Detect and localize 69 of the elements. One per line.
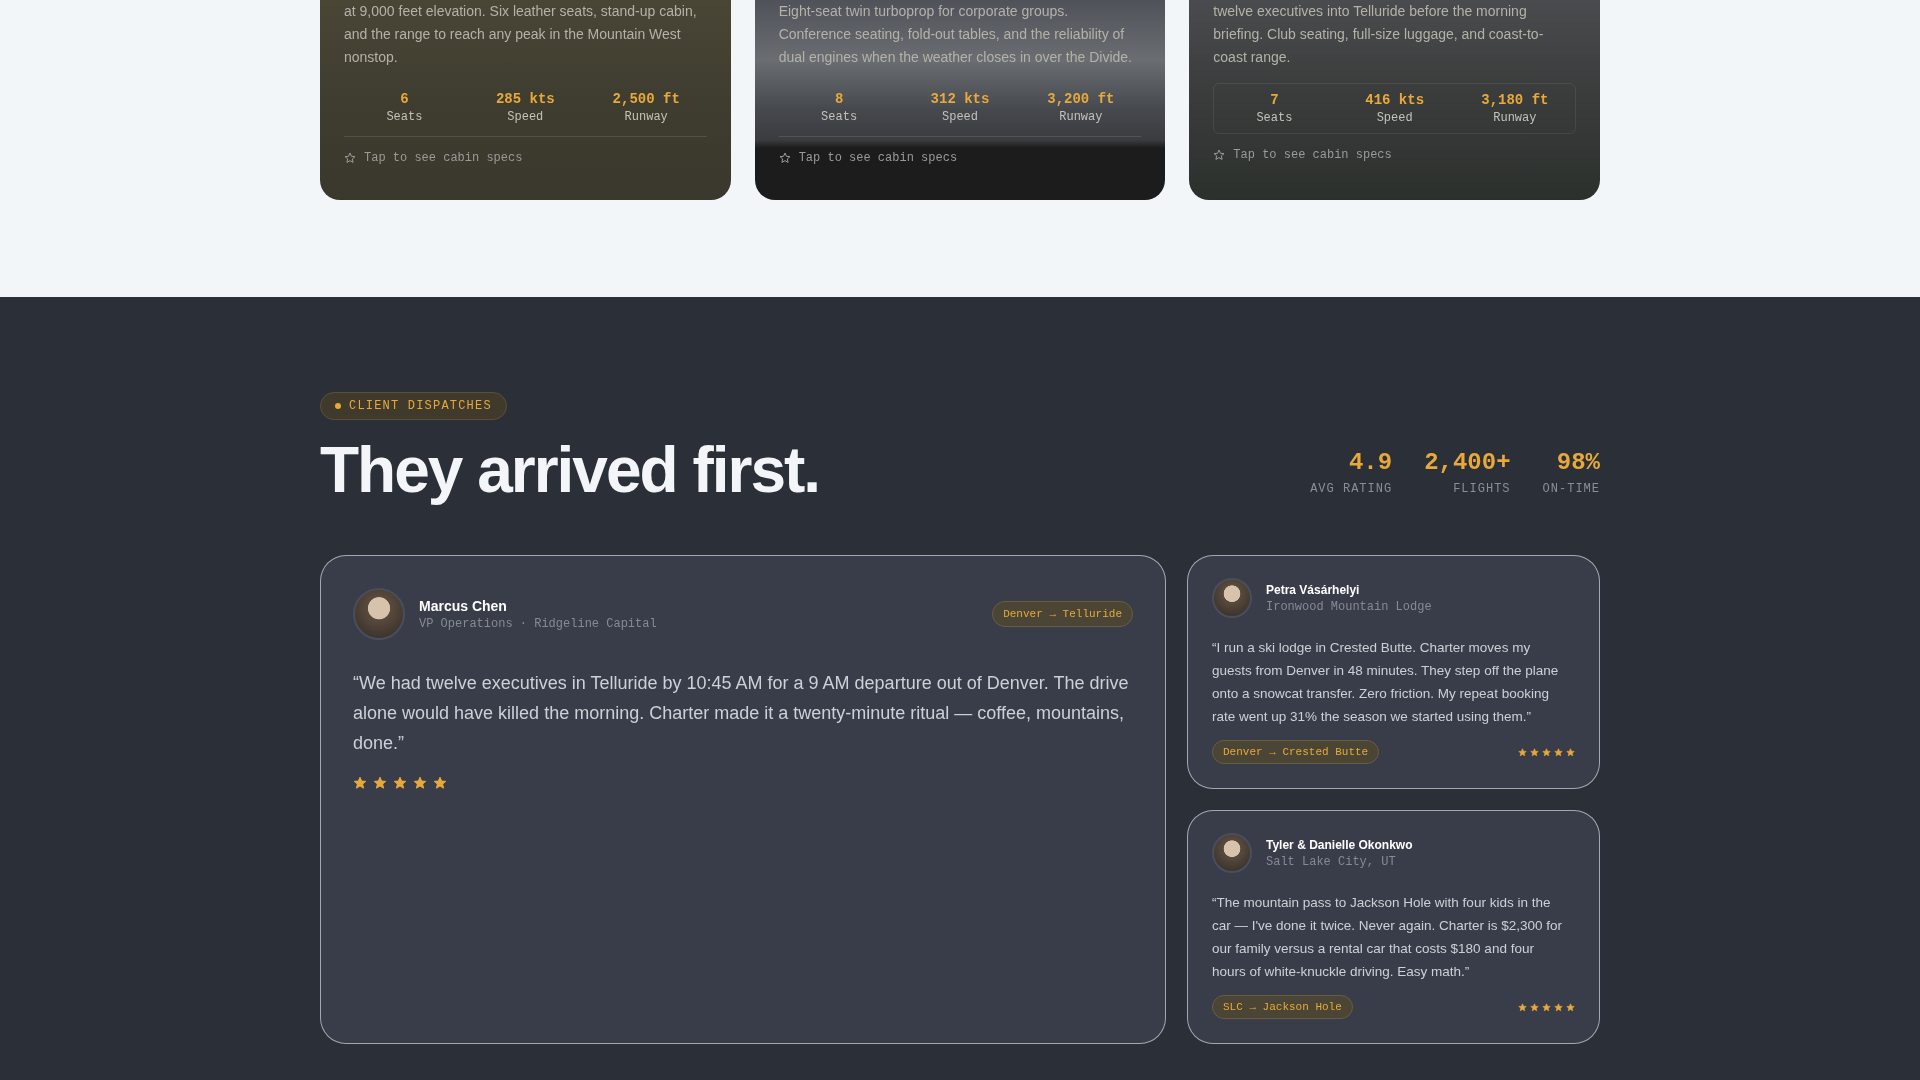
stat-label: Runway [1493,111,1537,125]
star-icon [1554,1002,1563,1012]
star-icon [1566,747,1575,757]
stat-label: Speed [1376,111,1413,125]
stat-value: 416 kts [1365,92,1425,108]
section-heading: They arrived first. [320,433,820,508]
star-icon [373,776,387,790]
client-subtitle: VP Operations · Ridgeline Capital [419,616,658,631]
route-tag: Denver → Telluride [992,601,1133,627]
star-icon [413,776,427,790]
client-subtitle: Ironwood Mountain Lodge [1266,599,1433,614]
stat-label: Runway [1059,110,1103,124]
aircraft-card[interactable]: at 9,000 feet elevation. Six leather seats, stand-up cabin, and the range to reach any peak in the Mountain West nonstop. 6 Seats 285 kts Speed 2,500 ft Runway Tap to see cabin specs [320,0,731,200]
aircraft-card[interactable]: twelve executives into Telluride before the morning briefing. Club seating, full-size luggage, and coast-to-coast range. 7 Seats 416 kts Speed 3,180 ft Runway Tap to see cabin specs [1189,0,1600,200]
star-icon [1530,747,1539,757]
metric-label: AVG RATING [1310,482,1393,496]
stat-value: 8 [834,91,844,107]
star-icon [1542,1002,1551,1012]
star-outline-icon [778,152,791,164]
stat-label: Seats [1256,111,1293,125]
stat-value: 6 [400,91,409,107]
badge-text: CLIENT DISPATCHES [349,399,492,413]
aircraft-card[interactable] [754,0,1166,200]
stat-label: Seats [386,110,423,124]
metric-value: 98% [1556,449,1600,476]
metric-label: FLIGHTS [1453,482,1511,496]
star-icon [433,776,447,790]
star-icon [1518,747,1527,757]
star-icon [1566,1002,1575,1012]
star-icon [1530,1002,1539,1012]
star-icon [353,776,367,790]
metric-value: 2,400+ [1424,449,1511,476]
star-icon [1542,747,1551,757]
client-name: Tyler & Danielle Okonkwo [1266,837,1414,852]
stat-value: 7 [1270,92,1279,108]
dot-icon [335,403,341,409]
stat-label: Seats [821,110,858,124]
testimonial-quote: “We had twelve executives in Telluride by 10:45 AM for a 9 AM departure out of Denver. The drive alone would have killed the morning. Charter made it a twenty-minute ritual — coffee, mountains, done.” [353,672,1130,755]
metric-label: ON-TIME [1542,482,1600,496]
avatar [353,588,405,640]
star-icon [1554,747,1563,757]
aircraft-description: twelve executives into Telluride before the morning briefing. Club seating, full-size luggage, and coast-to-coast range. [1213,2,1545,67]
stat-value: 2,500 ft [612,91,680,107]
testimonial-quote: “I run a ski lodge in Crested Butte. Charter moves my guests from Denver in 48 minutes. They step off the plane onto a snowcat transfer. Zero friction. My repeat booking rate went up 31% the season we started using them.” [1212,639,1560,726]
stat-label: Runway [624,110,668,124]
hint-text: Tap to see cabin specs [364,151,523,165]
avatar [1212,578,1252,618]
metric-value: 4.9 [1348,449,1393,476]
stat-value: 3,180 ft [1481,92,1549,108]
client-name: Petra Vásárhelyi [1266,582,1361,597]
stat-value: 3,200 ft [1047,91,1115,107]
stat-value: 285 kts [495,91,555,107]
client-name: Marcus Chen [419,597,508,614]
stat-label: Speed [507,110,544,124]
avatar [1212,833,1252,873]
route-tag: Denver → Crested Butte [1212,740,1380,764]
stat-label: Speed [942,110,978,124]
route-tag: SLC → Jackson Hole [1212,995,1353,1019]
hint-text: Tap to see cabin specs [1233,148,1392,162]
hint-text: Tap to see cabin specs [798,151,958,165]
star-outline-icon [1213,149,1226,161]
stat-value: 312 kts [930,91,990,107]
testimonial-quote: “The mountain pass to Jackson Hole with four kids in the car — I've done it twice. Never again. Charter is $2,300 for our family versus a rental car that costs $180 and four hours of white-knuckle driving. Easy math.” [1212,894,1563,981]
star-outline-icon [344,152,356,164]
client-subtitle: Salt Lake City, UT [1266,854,1397,869]
star-icon [1518,1002,1527,1012]
aircraft-description: at 9,000 feet elevation. Six leather seats, stand-up cabin, and the range to reach any peak in the Mountain West nonstop. [344,2,698,67]
aircraft-description: Eight-seat twin turboprop for corporate groups. Conference seating, fold-out tables, and the reliability of dual engines when the weather closes in over the Divide. [778,2,1133,67]
star-icon [393,776,407,790]
